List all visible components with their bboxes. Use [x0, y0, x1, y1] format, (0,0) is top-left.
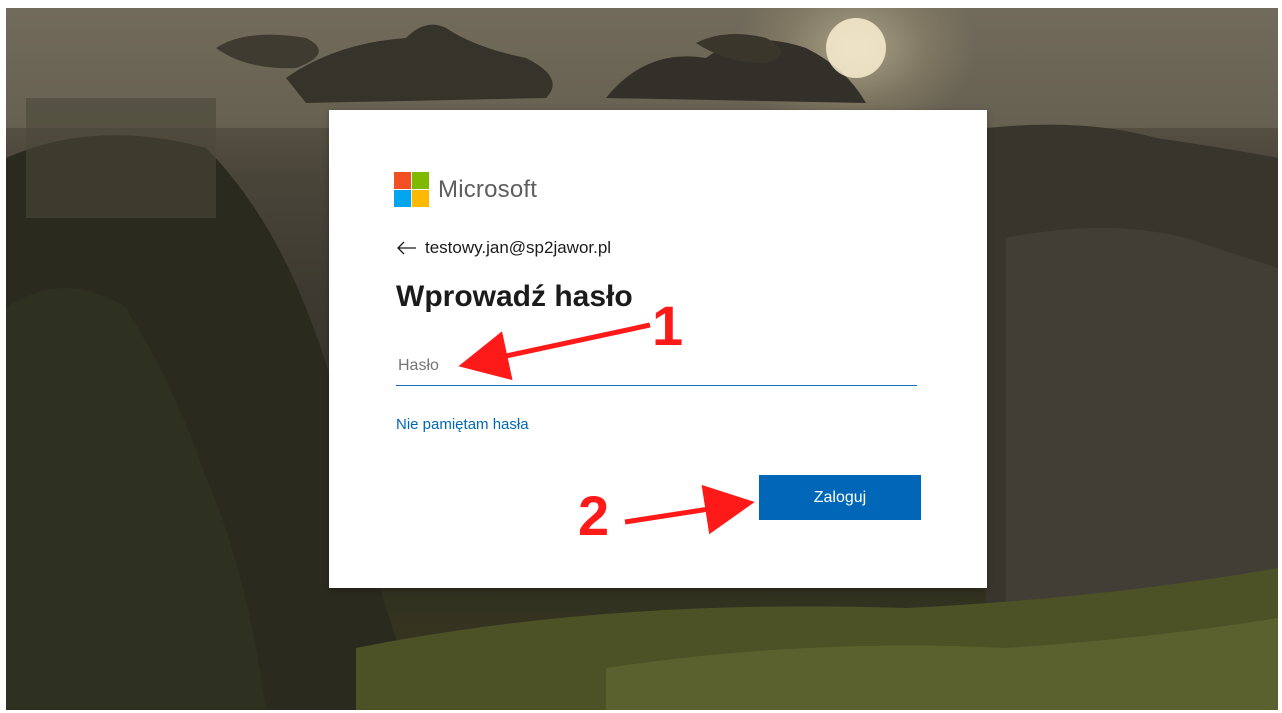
account-identity-row[interactable]: testowy.jan@sp2jawor.pl [397, 238, 611, 258]
annotation-step-1: 1 [652, 294, 684, 357]
logo-square-green [412, 172, 429, 189]
microsoft-logo-icon [394, 172, 429, 207]
logo-square-yellow [412, 190, 429, 207]
arrow-left-icon[interactable] [397, 241, 417, 255]
microsoft-logo: Microsoft [394, 172, 537, 207]
annotation-step-2: 2 [578, 484, 610, 547]
logo-square-red [394, 172, 411, 189]
logo-square-blue [394, 190, 411, 207]
page-title: Wprowadź hasło [396, 280, 633, 313]
login-page: Microsoft testowy.jan@sp2jawor.pl Wprowa… [0, 0, 1282, 713]
logo-text: Microsoft [438, 175, 538, 203]
forgot-password-link[interactable]: Nie pamiętam hasła [396, 416, 529, 433]
sign-in-button[interactable]: Zaloguj [759, 475, 921, 520]
account-email: testowy.jan@sp2jawor.pl [425, 238, 612, 257]
